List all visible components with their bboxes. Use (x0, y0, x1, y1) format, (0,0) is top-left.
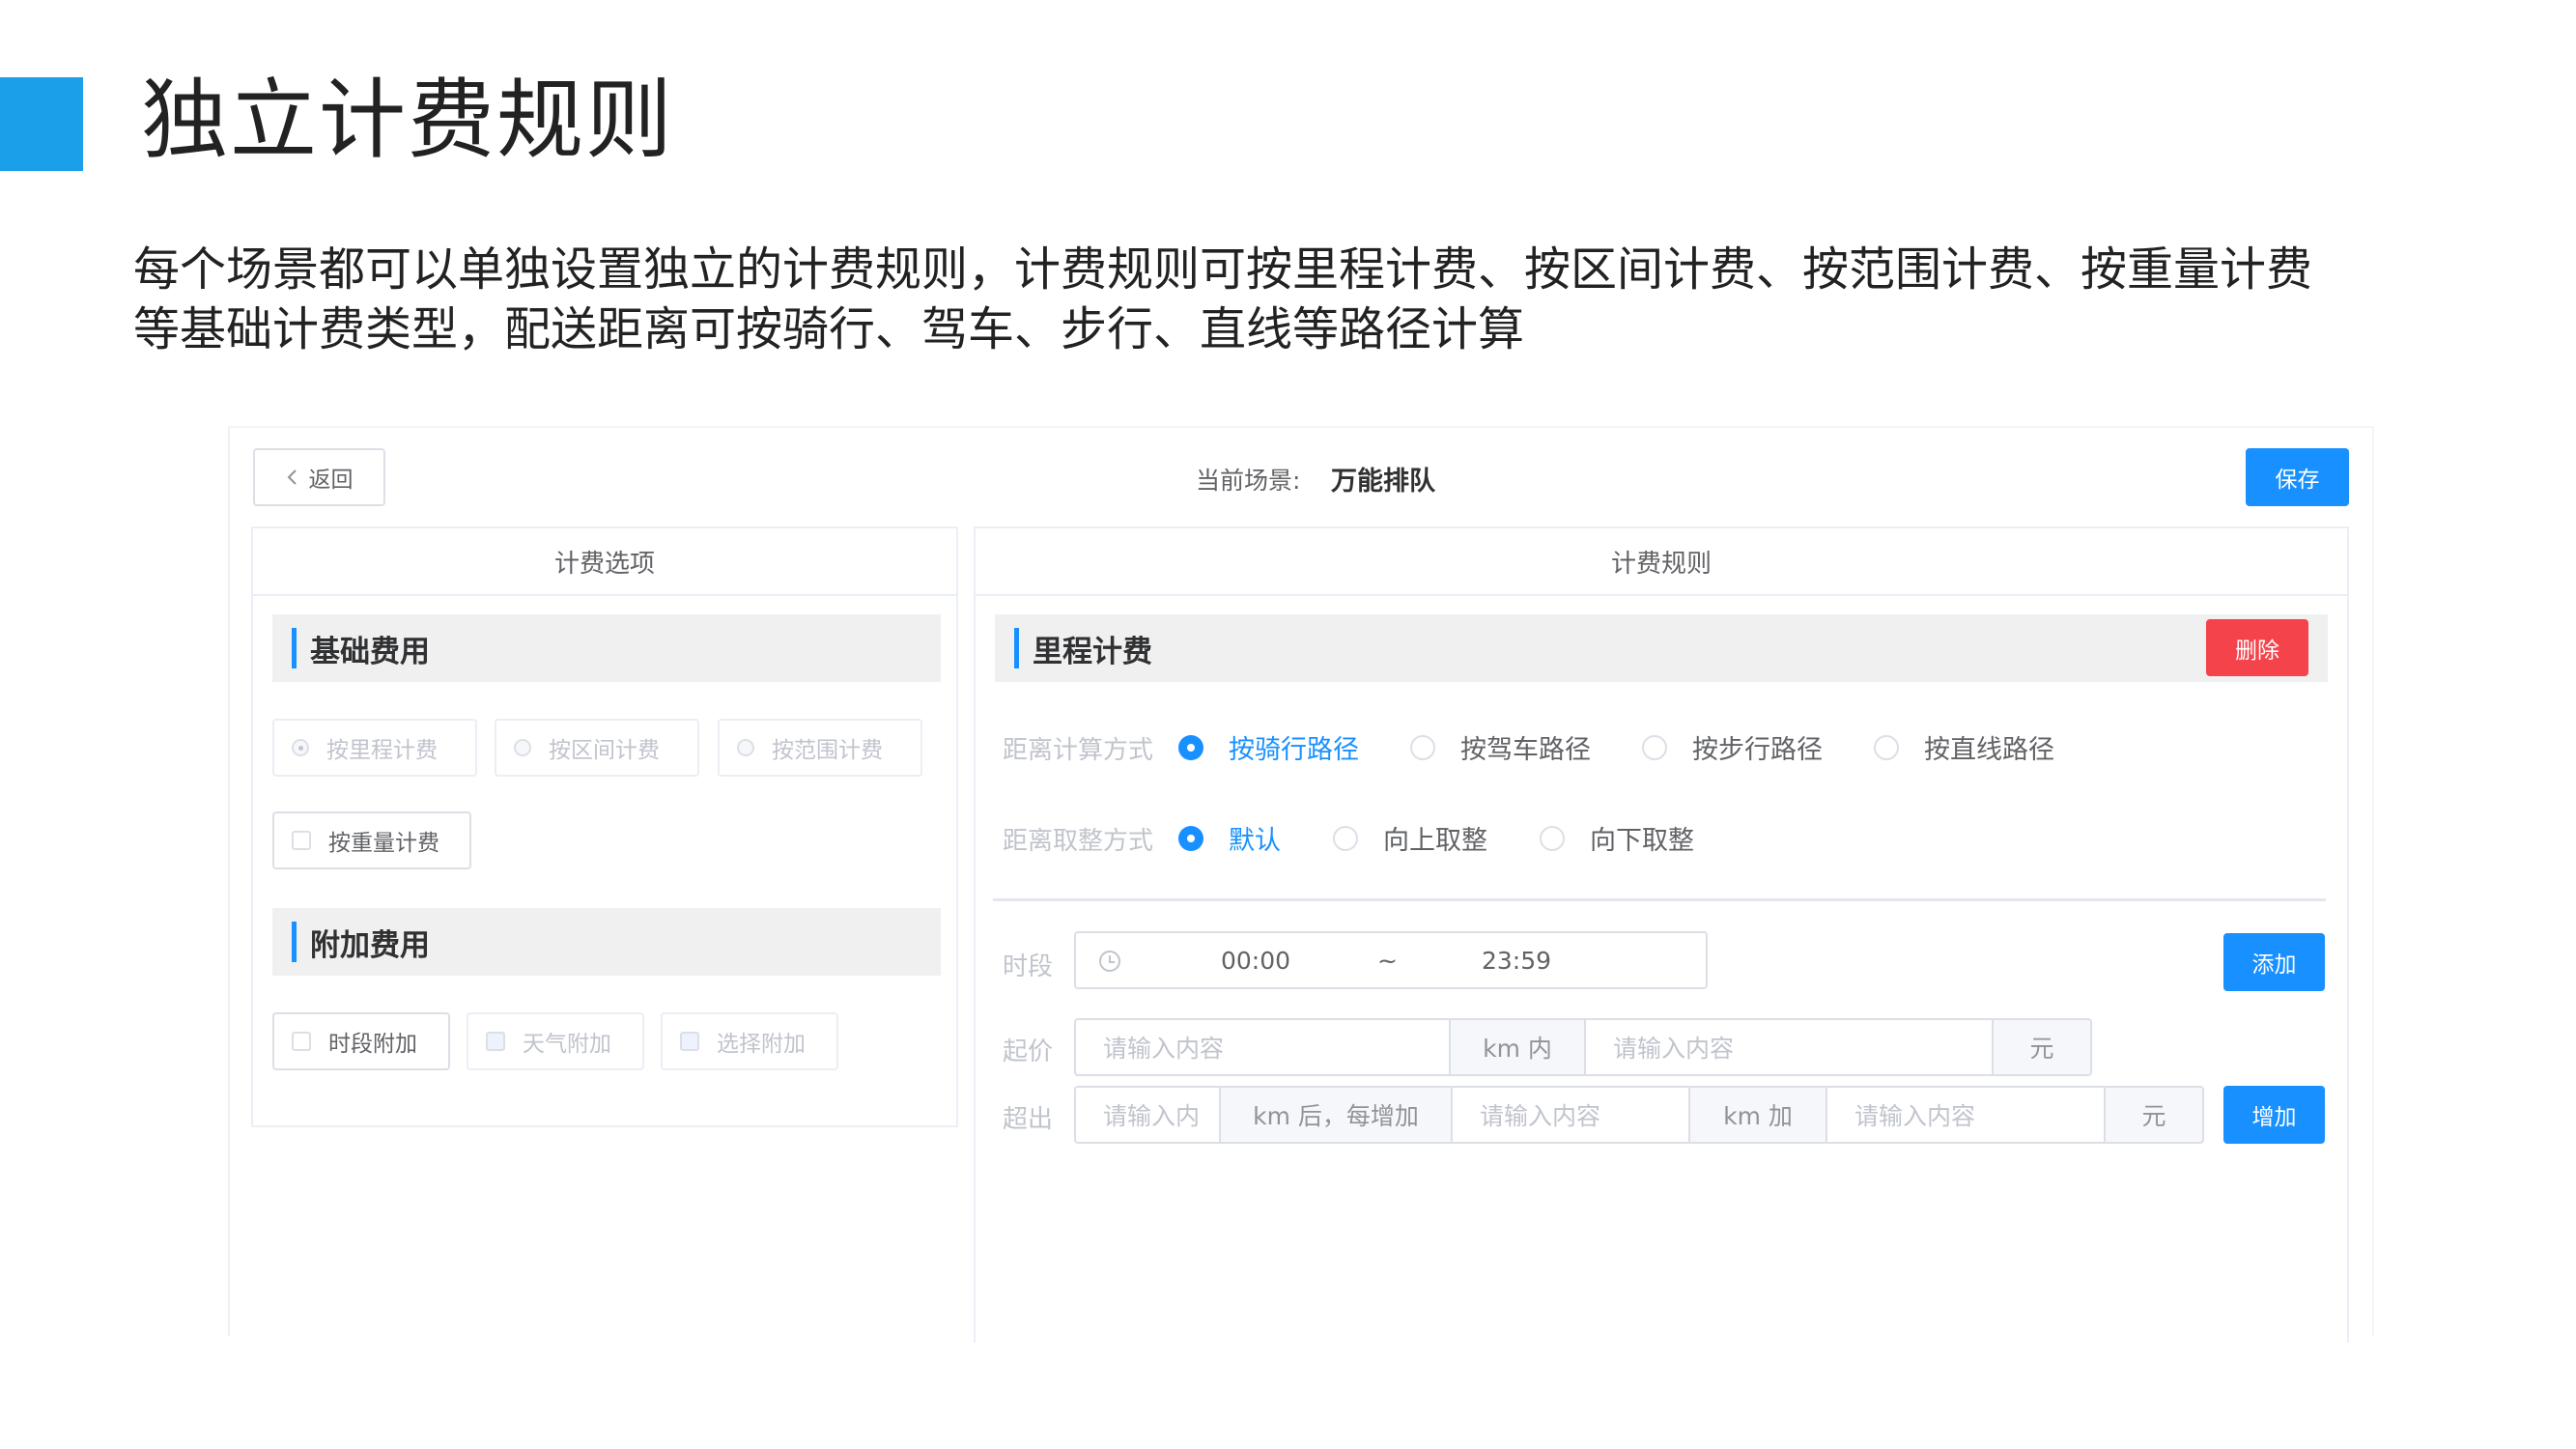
option-label: 时段附加 (328, 1032, 417, 1057)
radio-label: 按骑行路径 (1229, 735, 1359, 765)
radio-default-rounding[interactable]: 默认 (1178, 819, 1281, 857)
checkbox-icon (486, 1032, 505, 1051)
overage-distance-input[interactable]: 请输入内 (1074, 1086, 1221, 1144)
base-price-unit: 元 (1992, 1018, 2092, 1076)
add-period-button[interactable]: 添加 (2223, 933, 2325, 991)
radio-label: 向下取整 (1590, 826, 1694, 856)
mileage-billing-section: 里程计费 (995, 614, 2328, 682)
mileage-billing-title: 里程计费 (1033, 634, 1152, 669)
radio-walking-route[interactable]: 按步行路径 (1642, 728, 1823, 766)
overage-step-unit: km 加 (1688, 1086, 1827, 1144)
extra-fee-title: 附加费用 (310, 927, 430, 963)
period-label: 时段 (1003, 952, 1054, 981)
overage-price-unit: 元 (2104, 1086, 2204, 1144)
radio-icon (1410, 734, 1435, 760)
billing-rules-header: 计费规则 (976, 528, 2347, 596)
section-stripe (1014, 628, 1019, 668)
option-period-surcharge[interactable]: 时段附加 (272, 1012, 450, 1070)
checkbox-icon (680, 1032, 699, 1051)
delete-button[interactable]: 删除 (2206, 619, 2308, 676)
radio-icon (1642, 734, 1667, 760)
option-label: 按区间计费 (549, 738, 660, 763)
option-weight-billing[interactable]: 按重量计费 (272, 811, 471, 869)
billing-options-header: 计费选项 (253, 528, 956, 596)
option-label: 按里程计费 (326, 738, 438, 763)
option-mileage-billing[interactable]: 按里程计费 (272, 719, 477, 777)
radio-label: 默认 (1229, 826, 1281, 856)
radio-checked-icon (1178, 825, 1203, 851)
section-divider (993, 898, 2326, 901)
option-label: 按范围计费 (772, 738, 883, 763)
basic-fee-section: 基础费用 (272, 614, 941, 682)
slide-title: 独立计费规则 (141, 70, 674, 171)
distance-method-label: 距离计算方式 (1003, 736, 1154, 765)
extra-fee-section: 附加费用 (272, 908, 941, 976)
add-overage-button[interactable]: 增加 (2223, 1086, 2325, 1144)
radio-icon (1874, 734, 1899, 760)
radio-label: 按直线路径 (1924, 735, 2054, 765)
option-range-billing[interactable]: 按范围计费 (718, 719, 922, 777)
overage-step-input[interactable]: 请输入内容 (1451, 1086, 1690, 1144)
radio-checked-icon (1178, 734, 1203, 760)
base-price-label: 起价 (1003, 1037, 1054, 1066)
option-label: 按重量计费 (328, 831, 439, 856)
back-button[interactable]: 返回 (253, 448, 385, 506)
radio-icon (292, 739, 309, 756)
radio-round-up[interactable]: 向上取整 (1333, 819, 1487, 857)
current-scene-label: 当前场景: (1196, 467, 1301, 495)
description-line-1: 每个场景都可以单独设置独立的计费规则，计费规则可按里程计费、按区间计费、按范围计… (133, 242, 2313, 297)
base-price-input[interactable]: 请输入内容 (1584, 1018, 1994, 1076)
overage-distance-unit: km 后，每增加 (1219, 1086, 1453, 1144)
save-button[interactable]: 保存 (2246, 448, 2349, 506)
slide-description: 每个场景都可以单独设置独立的计费规则，计费规则可按里程计费、按区间计费、按范围计… (133, 240, 2451, 359)
overage-price-input[interactable]: 请输入内容 (1826, 1086, 2106, 1144)
radio-icon (1540, 825, 1565, 851)
clock-icon (1099, 951, 1120, 972)
section-stripe (292, 628, 297, 668)
time-start: 00:00 (1221, 947, 1291, 975)
option-label: 选择附加 (717, 1032, 806, 1057)
option-weather-surcharge[interactable]: 天气附加 (467, 1012, 644, 1070)
time-separator: ~ (1377, 947, 1398, 975)
chevron-left-icon (287, 469, 297, 485)
option-selection-surcharge[interactable]: 选择附加 (661, 1012, 838, 1070)
back-button-label: 返回 (308, 468, 354, 493)
radio-icon (737, 739, 754, 756)
overage-label: 超出 (1003, 1105, 1054, 1134)
radio-icon (514, 739, 531, 756)
option-interval-billing[interactable]: 按区间计费 (495, 719, 699, 777)
section-stripe (292, 922, 297, 962)
checkbox-icon (292, 1032, 311, 1051)
radio-round-down[interactable]: 向下取整 (1540, 819, 1694, 857)
title-accent-block (0, 77, 83, 171)
option-label: 天气附加 (523, 1032, 611, 1057)
checkbox-icon (292, 831, 311, 850)
base-distance-unit: km 内 (1449, 1018, 1586, 1076)
radio-icon (1333, 825, 1358, 851)
time-range-picker[interactable]: 00:00 ~ 23:59 (1074, 931, 1708, 989)
basic-fee-title: 基础费用 (310, 634, 430, 669)
base-distance-input[interactable]: 请输入内容 (1074, 1018, 1451, 1076)
radio-label: 按驾车路径 (1460, 735, 1591, 765)
radio-cycling-route[interactable]: 按骑行路径 (1178, 728, 1359, 766)
current-scene-name: 万能排队 (1331, 467, 1435, 497)
radio-driving-route[interactable]: 按驾车路径 (1410, 728, 1591, 766)
radio-label: 向上取整 (1383, 826, 1487, 856)
time-end: 23:59 (1482, 947, 1552, 975)
radio-straight-route[interactable]: 按直线路径 (1874, 728, 2054, 766)
rounding-method-label: 距离取整方式 (1003, 827, 1154, 856)
radio-label: 按步行路径 (1692, 735, 1823, 765)
description-line-2: 等基础计费类型，配送距离可按骑行、驾车、步行、直线等路径计算 (133, 302, 1525, 356)
